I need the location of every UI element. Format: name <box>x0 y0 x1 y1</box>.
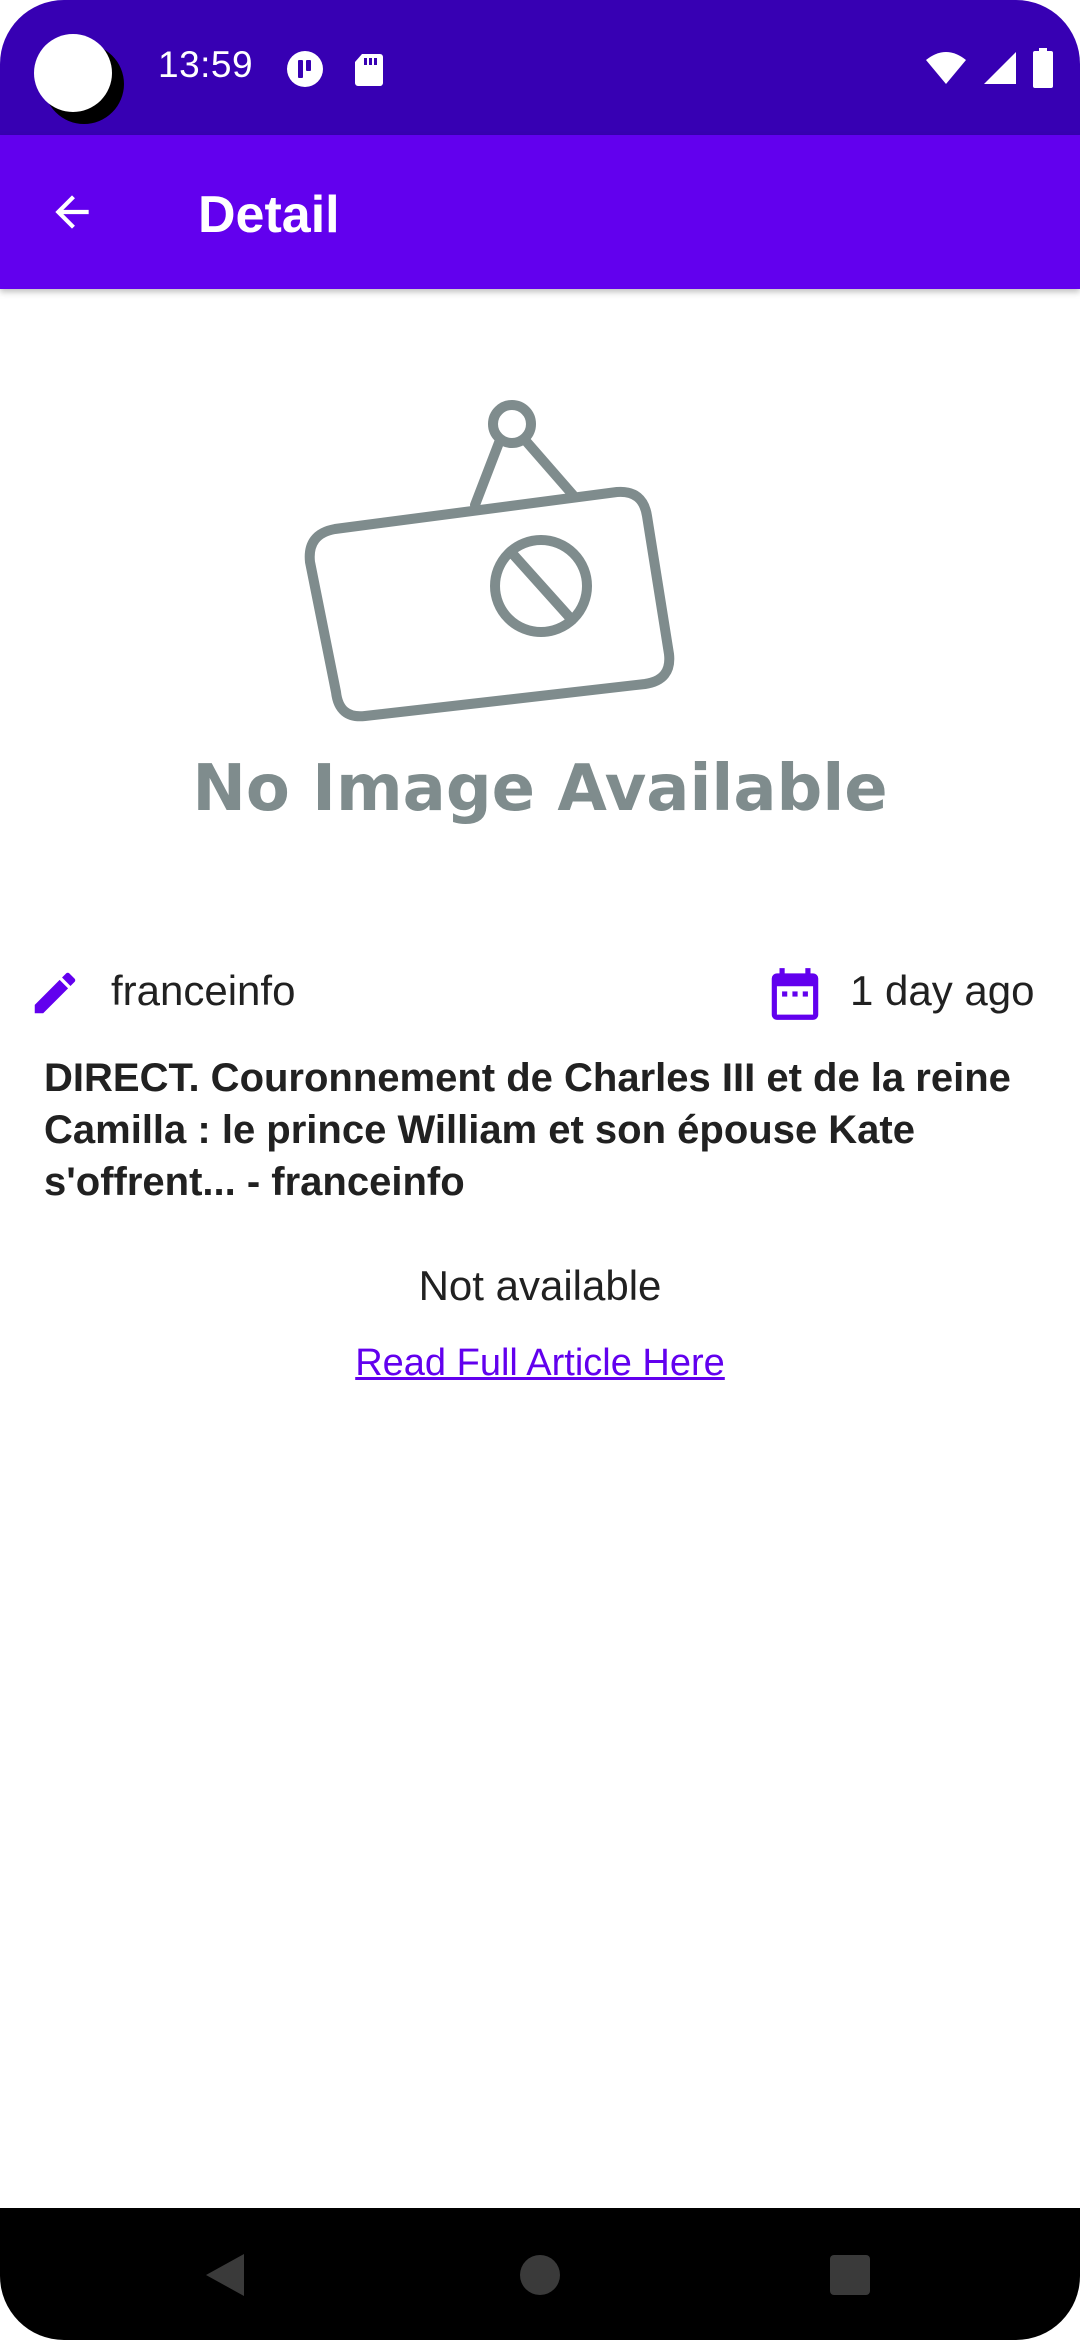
home-circle-icon <box>520 2255 560 2295</box>
back-button[interactable] <box>30 170 114 254</box>
system-navigation-bar <box>0 2208 1080 2340</box>
arrow-back-icon <box>55 195 89 229</box>
status-time: 13:59 <box>158 44 254 85</box>
hanging-sign-icon <box>304 400 675 722</box>
wifi-icon <box>926 52 966 84</box>
status-bar: 13:59 <box>0 0 1080 135</box>
nav-back-button[interactable] <box>192 2242 258 2308</box>
nav-home-button[interactable] <box>507 2242 573 2308</box>
calendar-icon <box>771 968 819 1020</box>
article-meta-row: franceinfo 1 day ago <box>0 955 1080 1030</box>
article-description: Not available <box>418 1262 662 1309</box>
back-triangle-icon <box>206 2254 244 2296</box>
nav-recents-button[interactable] <box>817 2242 883 2308</box>
published-date: 1 day ago <box>850 967 1035 1014</box>
sd-card-icon <box>355 54 383 86</box>
page-title: Detail <box>198 186 340 244</box>
pencil-icon <box>34 972 76 1014</box>
no-image-text: No Image Available <box>195 752 885 826</box>
app-bar: Detail <box>0 135 1080 289</box>
no-image-placeholder: No Image Available <box>195 400 885 826</box>
status-right-icons <box>924 46 1054 90</box>
camera-cutout <box>34 34 124 124</box>
article-title: DIRECT. Couronnement de Charles III et d… <box>44 1056 1011 1204</box>
author-name: franceinfo <box>111 967 296 1014</box>
cell-signal-icon <box>984 52 1016 84</box>
recents-square-icon <box>830 2255 870 2295</box>
app-notification-icon <box>287 51 323 87</box>
read-full-article-link[interactable]: Read Full Article Here <box>0 1342 1080 1385</box>
battery-icon <box>1033 48 1053 88</box>
